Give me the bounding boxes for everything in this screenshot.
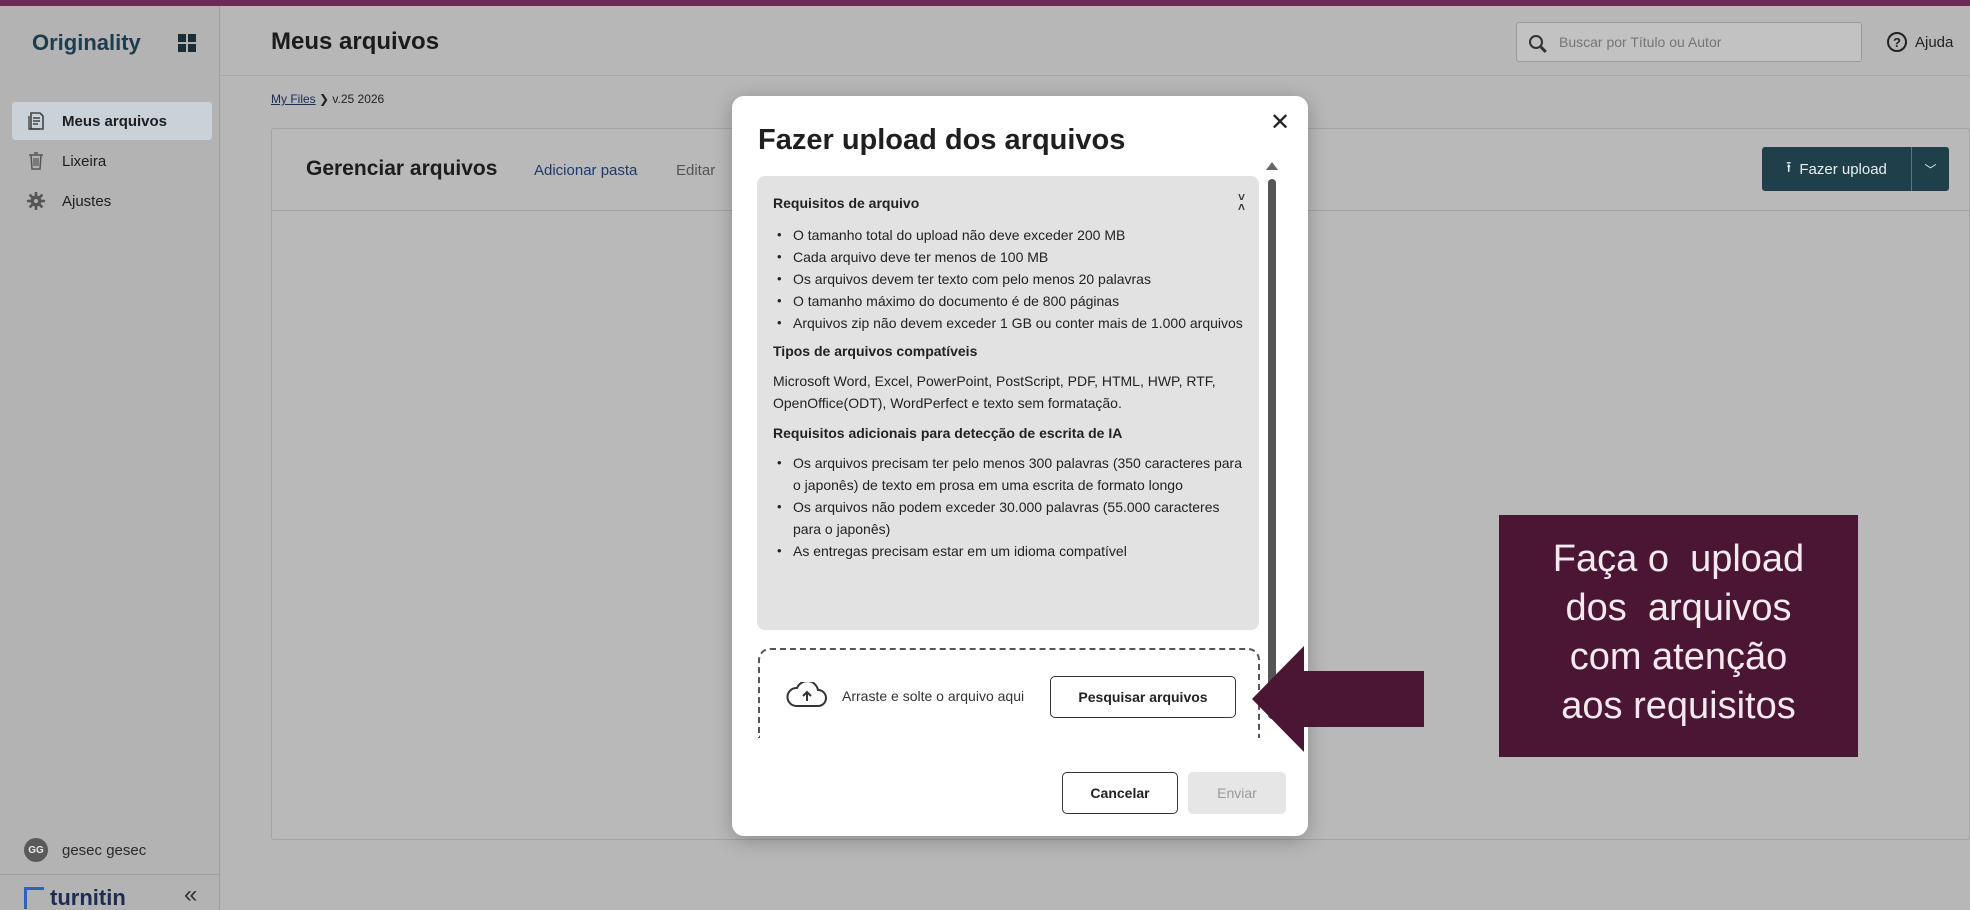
user-account[interactable]: GG gesec gesec <box>24 838 146 862</box>
scroll-up-icon[interactable] <box>1266 162 1278 170</box>
sidebar-item-label: Meus arquivos <box>62 112 168 130</box>
callout-line: Faça o upload <box>1552 538 1805 580</box>
list-item: Os arquivos precisam ter pelo menos 300 … <box>773 452 1245 496</box>
callout-line: dos arquivos <box>1565 587 1792 629</box>
annotation-callout: Faça o upload dos arquivos com atenção a… <box>1499 515 1858 757</box>
help-label: Ajuda <box>1915 33 1954 51</box>
requirements-panel: Requisitos de arquivo ˅˄ O tamanho total… <box>757 176 1259 630</box>
breadcrumb-separator-icon: ❯ <box>319 92 333 106</box>
sidebar-item-lixeira[interactable]: Lixeira <box>12 142 212 180</box>
list-item: Cada arquivo deve ter menos de 100 MB <box>773 246 1245 268</box>
callout-line: aos requisitos <box>1561 685 1796 727</box>
help-button[interactable]: ? Ajuda <box>1887 32 1953 52</box>
list-item: As entregas precisam estar em um idioma … <box>773 540 1245 562</box>
requirements-header[interactable]: Requisitos de arquivo ˅ ˄ <box>773 191 1245 214</box>
page-title: Meus arquivos <box>271 28 440 55</box>
list-item: Os arquivos devem ter texto com pelo men… <box>773 268 1245 290</box>
callout-line: com atenção <box>1569 636 1788 678</box>
turnitin-logo: turnitin <box>24 885 126 910</box>
breadcrumb-root-link[interactable]: My Files <box>271 92 316 106</box>
collapse-chevron-icon[interactable]: ˅ ˄ <box>1238 191 1245 214</box>
list-item: Arquivos zip não devem exceder 1 GB ou c… <box>773 312 1245 334</box>
drop-zone-text: Arraste e solte o arquivo aqui <box>842 688 1025 704</box>
turnitin-wordmark: turnitin <box>50 885 126 910</box>
file-types-text: Microsoft Word, Excel, PowerPoint, PostS… <box>773 373 1216 411</box>
close-icon[interactable]: ✕ <box>1270 108 1290 137</box>
breadcrumb-current: v.25 2026 <box>332 92 385 106</box>
card-title: Gerenciar arquivos <box>306 157 498 180</box>
send-button[interactable]: Enviar <box>1188 772 1286 814</box>
search-icon <box>1529 35 1543 49</box>
upload-icon: ⭱ <box>1786 158 1792 176</box>
breadcrumb: My Files ❯ v.25 2026 <box>271 92 384 106</box>
cancel-button[interactable]: Cancelar <box>1062 772 1178 814</box>
brand-logo: Originality <box>32 30 141 55</box>
chevron-down-icon: ﹀ <box>1924 162 1937 177</box>
files-icon <box>26 111 46 131</box>
apps-grid-icon[interactable] <box>178 34 196 52</box>
avatar: GG <box>24 838 48 862</box>
cloud-upload-icon <box>786 682 827 707</box>
file-types-title: Tipos de arquivos compatíveis <box>773 343 978 359</box>
sidebar: Originality Meus arquivos Lixeira Ajuste… <box>0 6 220 910</box>
search-box <box>1516 22 1862 62</box>
edit-link[interactable]: Editar <box>676 162 715 179</box>
modal-title: Fazer upload dos arquivos <box>758 124 1126 156</box>
upload-button[interactable]: ⭱ Fazer upload <box>1762 147 1912 191</box>
upload-button-label: Fazer upload <box>1799 160 1887 178</box>
trash-icon <box>26 151 46 171</box>
file-drop-zone[interactable]: Arraste e solte o arquivo aqui Pesquisar… <box>758 648 1260 738</box>
sidebar-item-label: Lixeira <box>62 152 107 170</box>
upload-modal: Fazer upload dos arquivos ✕ Requisitos d… <box>732 96 1308 836</box>
gear-icon <box>26 191 46 211</box>
requirements-list: O tamanho total do upload não deve exced… <box>773 224 1245 334</box>
upload-split-button: ⭱ Fazer upload ﹀ <box>1762 147 1949 191</box>
list-item: O tamanho total do upload não deve exced… <box>773 224 1245 246</box>
requirements-title: Requisitos de arquivo <box>773 195 920 211</box>
sidebar-nav: Meus arquivos Lixeira Ajustes <box>12 102 212 222</box>
collapse-sidebar-icon[interactable]: « <box>184 881 197 909</box>
annotation-arrow-icon <box>1252 646 1424 752</box>
ai-requirements-list: Os arquivos precisam ter pelo menos 300 … <box>773 452 1245 562</box>
upload-dropdown-toggle[interactable]: ﹀ <box>1912 147 1949 191</box>
sidebar-footer: turnitin « <box>0 874 220 910</box>
turnitin-mark-icon <box>24 887 44 909</box>
search-input[interactable] <box>1559 34 1849 50</box>
page-header: Meus arquivos ? Ajuda <box>221 6 1970 76</box>
help-icon: ? <box>1887 32 1907 52</box>
add-folder-link[interactable]: Adicionar pasta <box>534 162 637 179</box>
sidebar-item-meus-arquivos[interactable]: Meus arquivos <box>12 102 212 140</box>
user-name: gesec gesec <box>62 841 147 859</box>
list-item: O tamanho máximo do documento é de 800 p… <box>773 290 1245 312</box>
sidebar-item-label: Ajustes <box>62 192 112 210</box>
ai-requirements-title: Requisitos adicionais para detecção de e… <box>773 425 1123 441</box>
sidebar-item-ajustes[interactable]: Ajustes <box>12 182 212 220</box>
browse-files-button[interactable]: Pesquisar arquivos <box>1050 676 1236 718</box>
scrollbar-thumb[interactable] <box>1268 179 1276 719</box>
list-item: Os arquivos não podem exceder 30.000 pal… <box>773 496 1245 540</box>
